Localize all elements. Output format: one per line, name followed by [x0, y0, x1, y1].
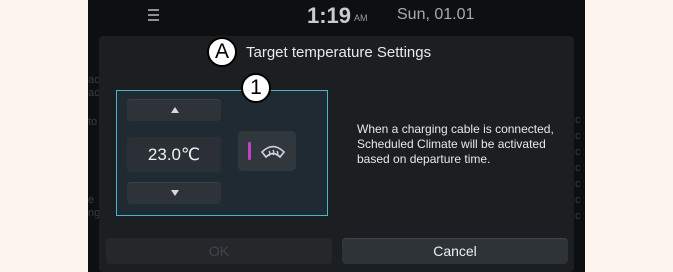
- background-text: c: [575, 210, 581, 222]
- menu-icon[interactable]: [148, 9, 159, 23]
- temperature-value: 23.0℃: [127, 137, 221, 172]
- status-bar: 1:19 AM Sun, 01.01: [88, 0, 585, 32]
- head-unit-screen: ac ac to e ng c c c c c c c 1:19 AM Sun,…: [88, 0, 585, 272]
- date-display: Sun, 01.01: [397, 6, 475, 23]
- background-text: c: [575, 114, 581, 126]
- temperature-control-panel: 23.0℃: [116, 90, 328, 216]
- background-text-fragment: c c c c c c c: [575, 112, 585, 224]
- temperature-up-button[interactable]: [127, 99, 221, 121]
- callout-a: A: [207, 37, 237, 67]
- ok-button[interactable]: OK: [106, 238, 332, 264]
- cancel-button[interactable]: Cancel: [342, 238, 568, 264]
- background-text: c: [575, 162, 581, 174]
- background-text: c: [575, 146, 581, 158]
- defrost-indicator: [248, 142, 251, 160]
- background-text: c: [575, 194, 581, 206]
- front-defrost-button[interactable]: [238, 131, 296, 171]
- front-defrost-icon: [260, 145, 286, 159]
- temperature-down-button[interactable]: [127, 182, 221, 204]
- background-text: c: [575, 130, 581, 142]
- callout-1: 1: [241, 73, 271, 103]
- clock-time: 1:19: [307, 3, 352, 28]
- target-temperature-popup: Target temperature Settings 23.0℃ When a…: [99, 36, 574, 272]
- clock-ampm: AM: [354, 13, 368, 23]
- popup-title: Target temperature Settings: [246, 44, 432, 61]
- background-text: c: [575, 178, 581, 190]
- arrow-down-icon: [171, 190, 179, 196]
- arrow-up-icon: [171, 107, 179, 113]
- charging-info-text: When a charging cable is connected, Sche…: [357, 122, 554, 166]
